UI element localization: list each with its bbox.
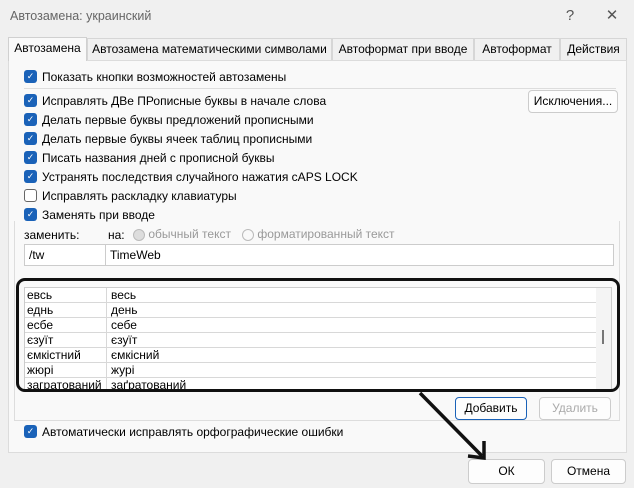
arrow-annotation: [418, 391, 486, 460]
